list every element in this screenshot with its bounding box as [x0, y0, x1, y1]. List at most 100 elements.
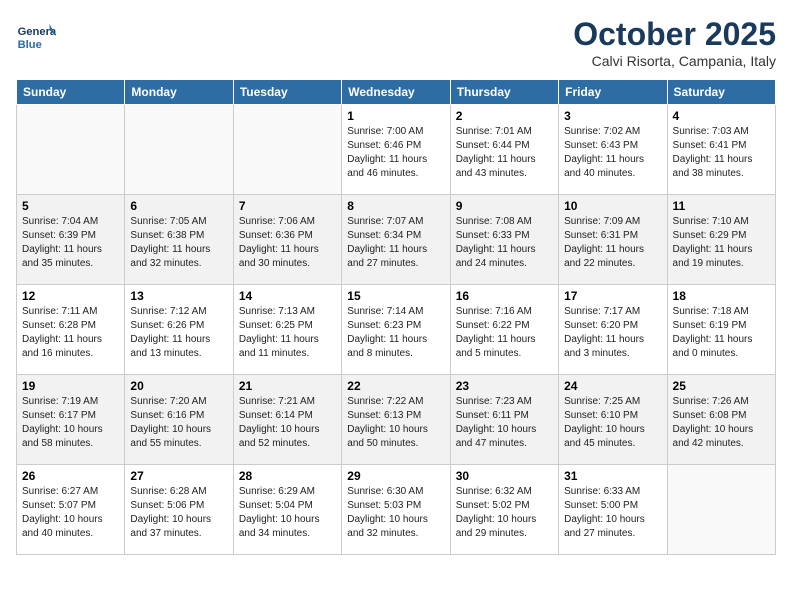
day-info: Sunrise: 7:18 AM Sunset: 6:19 PM Dayligh… — [673, 305, 770, 361]
day-number: 28 — [239, 469, 336, 483]
day-info: Sunrise: 7:17 AM Sunset: 6:20 PM Dayligh… — [564, 305, 661, 361]
day-info: Sunrise: 7:08 AM Sunset: 6:33 PM Dayligh… — [456, 215, 553, 271]
day-number: 31 — [564, 469, 661, 483]
day-info: Sunrise: 6:27 AM Sunset: 5:07 PM Dayligh… — [22, 485, 119, 541]
day-info: Sunrise: 7:26 AM Sunset: 6:08 PM Dayligh… — [673, 395, 770, 451]
day-info: Sunrise: 7:13 AM Sunset: 6:25 PM Dayligh… — [239, 305, 336, 361]
calendar-cell: 5 Sunrise: 7:04 AM Sunset: 6:39 PM Daylig… — [17, 195, 125, 285]
logo: General Blue — [16, 16, 60, 56]
calendar-cell: 12 Sunrise: 7:11 AM Sunset: 6:28 PM Dayli… — [17, 285, 125, 375]
day-number: 5 — [22, 199, 119, 213]
day-info: Sunrise: 7:01 AM Sunset: 6:44 PM Dayligh… — [456, 125, 553, 181]
day-info: Sunrise: 7:20 AM Sunset: 6:16 PM Dayligh… — [130, 395, 227, 451]
day-info: Sunrise: 7:11 AM Sunset: 6:28 PM Dayligh… — [22, 305, 119, 361]
day-number: 17 — [564, 289, 661, 303]
calendar-cell: 16Sunrise: 7:16 AM Sunset: 6:22 PM Dayli… — [450, 285, 558, 375]
calendar-cell: 2 Sunrise: 7:01 AM Sunset: 6:44 PM Daylig… — [450, 105, 558, 195]
day-number: 6 — [130, 199, 227, 213]
day-info: Sunrise: 6:29 AM Sunset: 5:04 PM Dayligh… — [239, 485, 336, 541]
day-info: Sunrise: 7:04 AM Sunset: 6:39 PM Dayligh… — [22, 215, 119, 271]
day-number: 26 — [22, 469, 119, 483]
calendar-cell: 7 Sunrise: 7:06 AM Sunset: 6:36 PM Daylig… — [233, 195, 341, 285]
day-number: 12 — [22, 289, 119, 303]
day-number: 29 — [347, 469, 444, 483]
weekday-header: Friday — [559, 80, 667, 105]
calendar-cell: 15Sunrise: 7:14 AM Sunset: 6:23 PM Dayli… — [342, 285, 450, 375]
day-number: 16 — [456, 289, 553, 303]
day-number: 3 — [564, 109, 661, 123]
day-info: Sunrise: 7:00 AM Sunset: 6:46 PM Dayligh… — [347, 125, 444, 181]
calendar-cell: 23 Sunrise: 7:23 AM Sunset: 6:11 PM Dayli… — [450, 375, 558, 465]
day-number: 18 — [673, 289, 770, 303]
day-info: Sunrise: 7:09 AM Sunset: 6:31 PM Dayligh… — [564, 215, 661, 271]
day-info: Sunrise: 7:14 AM Sunset: 6:23 PM Dayligh… — [347, 305, 444, 361]
calendar-cell: 25 Sunrise: 7:26 AM Sunset: 6:08 PM Dayli… — [667, 375, 775, 465]
calendar-cell: 20 Sunrise: 7:20 AM Sunset: 6:16 PM Dayli… — [125, 375, 233, 465]
day-number: 21 — [239, 379, 336, 393]
day-info: Sunrise: 7:06 AM Sunset: 6:36 PM Dayligh… — [239, 215, 336, 271]
day-info: Sunrise: 7:19 AM Sunset: 6:17 PM Dayligh… — [22, 395, 119, 451]
calendar-cell: 1 Sunrise: 7:00 AM Sunset: 6:46 PM Daylig… — [342, 105, 450, 195]
weekday-header: Wednesday — [342, 80, 450, 105]
day-info: Sunrise: 6:28 AM Sunset: 5:06 PM Dayligh… — [130, 485, 227, 541]
calendar-cell: 26 Sunrise: 6:27 AM Sunset: 5:07 PM Dayli… — [17, 465, 125, 555]
calendar-cell: 3 Sunrise: 7:02 AM Sunset: 6:43 PM Daylig… — [559, 105, 667, 195]
day-number: 30 — [456, 469, 553, 483]
day-info: Sunrise: 7:23 AM Sunset: 6:11 PM Dayligh… — [456, 395, 553, 451]
day-info: Sunrise: 7:12 AM Sunset: 6:26 PM Dayligh… — [130, 305, 227, 361]
calendar-cell: 28 Sunrise: 6:29 AM Sunset: 5:04 PM Dayli… — [233, 465, 341, 555]
location-subtitle: Calvi Risorta, Campania, Italy — [573, 53, 776, 69]
day-info: Sunrise: 7:21 AM Sunset: 6:14 PM Dayligh… — [239, 395, 336, 451]
day-info: Sunrise: 7:03 AM Sunset: 6:41 PM Dayligh… — [673, 125, 770, 181]
calendar-cell: 21 Sunrise: 7:21 AM Sunset: 6:14 PM Dayli… — [233, 375, 341, 465]
day-info: Sunrise: 7:05 AM Sunset: 6:38 PM Dayligh… — [130, 215, 227, 271]
day-number: 19 — [22, 379, 119, 393]
day-number: 22 — [347, 379, 444, 393]
day-number: 7 — [239, 199, 336, 213]
day-number: 14 — [239, 289, 336, 303]
calendar-cell: 11Sunrise: 7:10 AM Sunset: 6:29 PM Dayli… — [667, 195, 775, 285]
weekday-header: Sunday — [17, 80, 125, 105]
day-number: 27 — [130, 469, 227, 483]
calendar-cell — [17, 105, 125, 195]
day-number: 4 — [673, 109, 770, 123]
calendar-cell: 29Sunrise: 6:30 AM Sunset: 5:03 PM Dayli… — [342, 465, 450, 555]
day-info: Sunrise: 7:25 AM Sunset: 6:10 PM Dayligh… — [564, 395, 661, 451]
calendar-cell: 31 Sunrise: 6:33 AM Sunset: 5:00 PM Dayli… — [559, 465, 667, 555]
day-info: Sunrise: 7:22 AM Sunset: 6:13 PM Dayligh… — [347, 395, 444, 451]
month-title: October 2025 — [573, 16, 776, 53]
day-number: 1 — [347, 109, 444, 123]
day-info: Sunrise: 6:33 AM Sunset: 5:00 PM Dayligh… — [564, 485, 661, 541]
day-number: 25 — [673, 379, 770, 393]
title-block: October 2025 Calvi Risorta, Campania, It… — [573, 16, 776, 69]
calendar-cell — [125, 105, 233, 195]
day-number: 11 — [673, 199, 770, 213]
weekday-header: Monday — [125, 80, 233, 105]
calendar-cell: 30 Sunrise: 6:32 AM Sunset: 5:02 PM Dayli… — [450, 465, 558, 555]
calendar-cell: 10Sunrise: 7:09 AM Sunset: 6:31 PM Dayli… — [559, 195, 667, 285]
calendar-cell: 24 Sunrise: 7:25 AM Sunset: 6:10 PM Dayli… — [559, 375, 667, 465]
day-number: 13 — [130, 289, 227, 303]
calendar-cell: 17 Sunrise: 7:17 AM Sunset: 6:20 PM Dayli… — [559, 285, 667, 375]
calendar-cell: 8Sunrise: 7:07 AM Sunset: 6:34 PM Daylig… — [342, 195, 450, 285]
day-number: 2 — [456, 109, 553, 123]
day-number: 23 — [456, 379, 553, 393]
day-info: Sunrise: 6:32 AM Sunset: 5:02 PM Dayligh… — [456, 485, 553, 541]
day-number: 20 — [130, 379, 227, 393]
calendar-cell: 18 Sunrise: 7:18 AM Sunset: 6:19 PM Dayli… — [667, 285, 775, 375]
calendar-cell: 19 Sunrise: 7:19 AM Sunset: 6:17 PM Dayli… — [17, 375, 125, 465]
calendar-cell: 4 Sunrise: 7:03 AM Sunset: 6:41 PM Daylig… — [667, 105, 775, 195]
svg-text:Blue: Blue — [18, 39, 42, 51]
day-number: 24 — [564, 379, 661, 393]
day-number: 9 — [456, 199, 553, 213]
day-info: Sunrise: 7:02 AM Sunset: 6:43 PM Dayligh… — [564, 125, 661, 181]
day-number: 8 — [347, 199, 444, 213]
calendar-cell: 14 Sunrise: 7:13 AM Sunset: 6:25 PM Dayli… — [233, 285, 341, 375]
weekday-header: Thursday — [450, 80, 558, 105]
calendar-cell: 27 Sunrise: 6:28 AM Sunset: 5:06 PM Dayli… — [125, 465, 233, 555]
weekday-header: Tuesday — [233, 80, 341, 105]
calendar-cell — [667, 465, 775, 555]
page-header: General Blue October 2025 Calvi Risorta,… — [16, 16, 776, 69]
weekday-header: Saturday — [667, 80, 775, 105]
calendar-cell: 22 Sunrise: 7:22 AM Sunset: 6:13 PM Dayli… — [342, 375, 450, 465]
